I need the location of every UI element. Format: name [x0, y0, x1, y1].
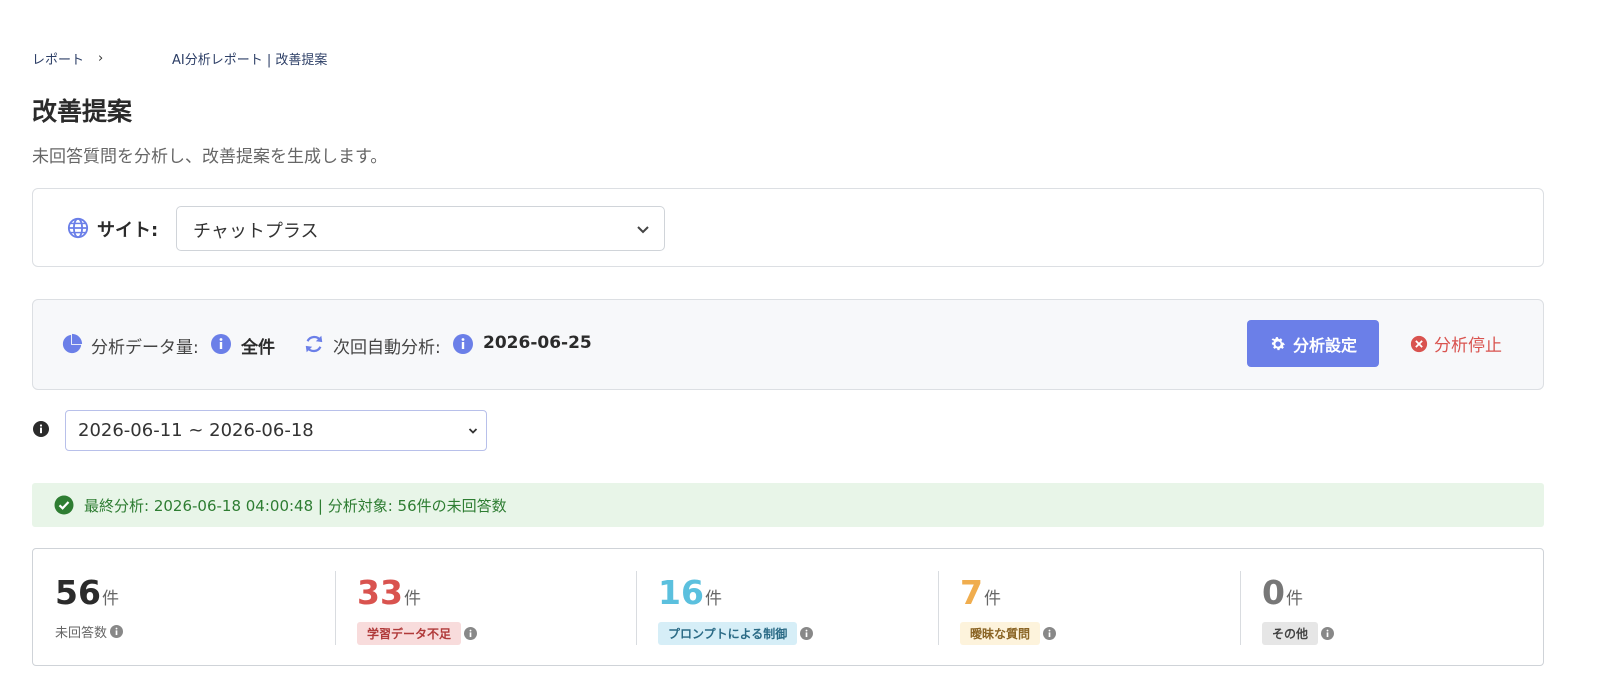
analysis-settings-card: 分析データ量: 全件 次回自動分析: 2026-06-25 分析設定 分析停止	[32, 299, 1544, 390]
period-select-value: 2026-06-11 ~ 2026-06-18	[78, 420, 314, 441]
stat-value: 33件	[357, 573, 421, 612]
info-icon[interactable]	[33, 421, 49, 437]
pie-chart-icon	[62, 333, 83, 354]
analysis-settings-label: 分析設定	[1292, 335, 1357, 355]
stat-value: 16件	[658, 573, 722, 612]
site-label: サイト:	[97, 220, 159, 241]
stat-prompt-control: 16件 プロンプトによる制御	[636, 549, 938, 667]
stat-value: 7件	[960, 573, 1001, 612]
next-auto-analysis-value: 2026-06-25	[483, 333, 592, 353]
stat-label: プロンプトによる制御	[658, 622, 814, 645]
stat-total: 56件 未回答数	[33, 549, 335, 667]
stat-label: 学習データ不足	[357, 622, 478, 645]
globe-icon	[67, 217, 89, 239]
page-title: 改善提案	[32, 97, 133, 126]
site-select[interactable]: チャットプラス	[176, 206, 665, 251]
analysis-settings-button[interactable]: 分析設定	[1247, 320, 1379, 367]
check-circle-icon	[54, 495, 74, 515]
info-icon[interactable]	[800, 627, 814, 640]
chevron-down-icon	[468, 428, 478, 434]
period-select[interactable]: 2026-06-11 ~ 2026-06-18	[65, 410, 487, 451]
info-icon[interactable]	[211, 334, 231, 354]
info-icon[interactable]	[1321, 627, 1335, 640]
chevron-down-icon	[637, 226, 649, 234]
info-icon[interactable]	[453, 334, 473, 354]
stats-card: 56件 未回答数 33件 学習データ不足 16件 プロンプトによる制御 7件 曖…	[32, 548, 1544, 666]
data-amount-value: 全件	[241, 338, 275, 358]
info-icon[interactable]	[110, 625, 124, 638]
stat-other: 0件 その他	[1240, 549, 1543, 667]
last-analysis-message: 最終分析: 2026-06-18 04:00:48 | 分析対象: 56件の未回…	[84, 497, 507, 515]
stat-value: 0件	[1262, 573, 1303, 612]
stat-label: 未回答数	[55, 622, 124, 641]
analysis-stop-label: 分析停止	[1434, 336, 1502, 356]
info-icon[interactable]	[1043, 627, 1057, 640]
stat-ambiguous-question: 7件 曖昧な質問	[938, 549, 1240, 667]
breadcrumb-parent-link[interactable]: レポート	[32, 49, 84, 68]
last-analysis-status: 最終分析: 2026-06-18 04:00:48 | 分析対象: 56件の未回…	[32, 483, 1544, 527]
site-select-value: チャットプラス	[193, 221, 319, 242]
site-card: サイト: チャットプラス	[32, 188, 1544, 267]
data-amount-label: 分析データ量:	[91, 338, 199, 358]
next-auto-analysis-label: 次回自動分析:	[333, 338, 441, 358]
stat-value: 56件	[55, 573, 119, 612]
breadcrumb: レポート › AI分析レポート | 改善提案	[32, 49, 327, 68]
analysis-stop-button[interactable]: 分析停止	[1410, 331, 1502, 356]
close-circle-icon	[1410, 335, 1428, 352]
info-icon[interactable]	[464, 627, 478, 640]
stat-label: 曖昧な質問	[960, 622, 1057, 645]
stat-insufficient-training-data: 33件 学習データ不足	[335, 549, 636, 667]
stat-label: その他	[1262, 622, 1335, 645]
breadcrumb-current: AI分析レポート | 改善提案	[172, 53, 328, 68]
page-description: 未回答質問を分析し、改善提案を生成します。	[32, 147, 388, 167]
breadcrumb-separator: ›	[98, 51, 104, 66]
gear-icon	[1271, 336, 1286, 350]
refresh-icon	[305, 335, 323, 353]
